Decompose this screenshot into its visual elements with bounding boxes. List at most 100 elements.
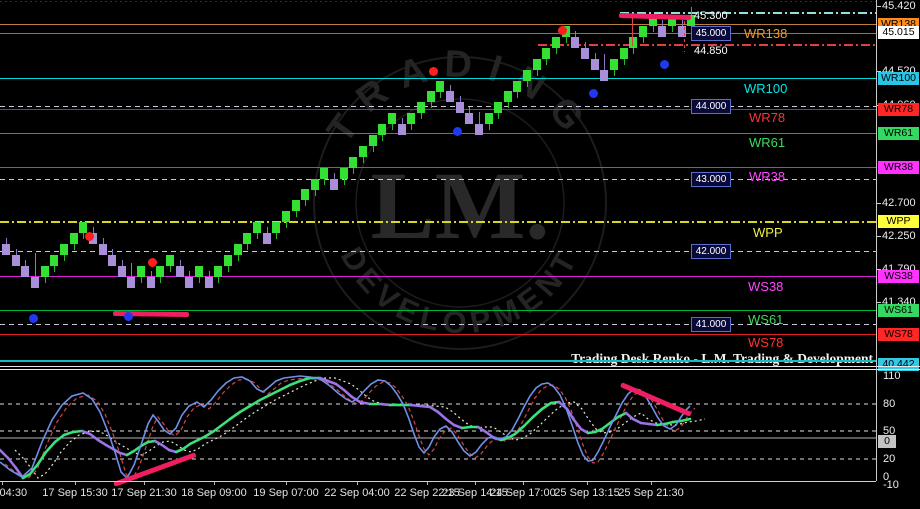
renko-brick-up	[60, 244, 68, 255]
renko-wick	[566, 37, 567, 43]
renko-wick	[25, 260, 26, 266]
renko-wick	[170, 266, 171, 272]
renko-brick-down	[118, 266, 126, 277]
renko-wick	[537, 70, 538, 76]
renko-brick-down	[108, 255, 116, 266]
renko-wick	[45, 277, 46, 283]
price-level-box-round-41[interactable]: 41.000	[691, 317, 731, 332]
price-badge-WR78: WR78	[878, 103, 919, 116]
renko-brick-down	[446, 91, 454, 102]
renko-brick-down	[591, 59, 599, 70]
renko-brick-up	[504, 91, 512, 102]
renko-brick-up	[407, 113, 415, 124]
renko-wick	[575, 31, 576, 37]
time-axis-label: 17 Sep 15:30	[42, 487, 108, 499]
renko-brick-down	[205, 277, 213, 288]
renko-brick-up	[320, 168, 328, 179]
renko-brick-up	[369, 135, 377, 146]
renko-wick	[498, 113, 499, 119]
price-level-box-round-44[interactable]: 44.000	[691, 99, 731, 114]
osc-main-line-seg	[268, 388, 282, 397]
renko-wick	[672, 26, 673, 32]
trading-chart-window: TRADING DEVELOPMENT LM. 45.300 WR138 45.000 44…	[0, 0, 920, 509]
time-axis-label: 22 Sep 04:00	[324, 487, 390, 499]
price-badge-WS61: WS61	[878, 304, 919, 317]
renko-wick	[344, 179, 345, 185]
time-axis-label: Sep 04:30	[0, 487, 28, 499]
price-badge-WR38: WR38	[878, 161, 919, 174]
osc-main-line-seg	[228, 410, 242, 421]
chart-title-text: Trading Desk Renko - L.M. Trading & Deve…	[571, 351, 873, 366]
osc-main-line-seg	[188, 438, 200, 446]
period-separator-line	[0, 360, 876, 362]
time-axis-label: 19 Sep 07:00	[253, 487, 319, 499]
price-level-box-round-42[interactable]: 42.000	[691, 244, 731, 259]
current-bar-mark	[684, 15, 685, 52]
renko-wick	[276, 233, 277, 239]
renko-brick-up	[79, 222, 87, 233]
renko-brick-up	[523, 70, 531, 81]
renko-brick-down	[571, 37, 579, 48]
renko-brick-up	[388, 113, 396, 124]
time-axis[interactable]: Sep 04:30 17 Sep 15:3017 Sep 21:30 18 Sep …	[0, 481, 920, 509]
price-badge-WS78: WS78	[878, 328, 919, 341]
osc-main-line-seg	[531, 407, 544, 419]
renko-brick-down	[456, 102, 464, 113]
renko-wick	[431, 102, 432, 108]
renko-wick	[286, 222, 287, 228]
renko-brick-down	[21, 266, 29, 277]
scale-tick-mark	[877, 236, 881, 237]
osc-main-line-seg	[0, 448, 10, 460]
renko-brick-up	[340, 168, 348, 179]
osc-main-line-seg	[88, 432, 100, 442]
renko-brick-up	[50, 255, 58, 266]
time-axis-label: 24 Sep 17:00	[490, 487, 556, 499]
renko-wick	[682, 20, 683, 26]
osc-main-line-seg	[444, 417, 456, 427]
level-label-WS61: WS61	[748, 312, 784, 327]
scale-tick-label: 42.700	[882, 197, 916, 209]
panel-divider-top[interactable]	[0, 366, 920, 367]
renko-brick-up	[234, 244, 242, 255]
renko-brick-down	[581, 48, 589, 59]
scale-tick-mark	[877, 6, 881, 7]
renko-wick	[267, 227, 268, 233]
renko-brick-down	[2, 244, 10, 255]
osc-main-line-seg	[631, 417, 643, 425]
time-axis-label: 18 Sep 09:00	[181, 487, 247, 499]
osc-value-badge: 0	[878, 435, 896, 448]
main-chart-area[interactable]: TRADING DEVELOPMENT LM. 45.300 WR138 45.000 44…	[0, 0, 876, 360]
level-line-round-41	[0, 324, 876, 325]
osc-main-line-seg	[408, 403, 422, 408]
renko-wick	[614, 70, 615, 76]
oscillator-panel[interactable]	[0, 373, 876, 481]
renko-wick	[489, 124, 490, 130]
renko-wick	[373, 146, 374, 152]
osc-scale-label: 80	[883, 398, 896, 410]
renko-brick-up	[485, 113, 493, 124]
renko-wick	[643, 37, 644, 43]
buy-signal-dot	[660, 60, 669, 69]
renko-brick-up	[311, 179, 319, 190]
renko-brick-down	[600, 70, 608, 81]
level-label-low-44850: 44.850	[694, 45, 728, 57]
level-line-WR78	[0, 109, 876, 110]
renko-brick-up	[156, 266, 164, 277]
level-label-WR38: WR38	[749, 169, 786, 184]
renko-brick-up	[41, 266, 49, 277]
price-level-box-round-43[interactable]: 43.000	[691, 172, 731, 187]
renko-brick-up	[639, 26, 647, 37]
renko-brick-down	[31, 277, 39, 288]
price-level-box-round-45[interactable]: 45.000	[691, 26, 731, 41]
osc-main-line-seg	[334, 382, 346, 392]
level-line-WS78	[0, 334, 876, 335]
level-label-WR78: WR78	[749, 110, 786, 125]
renko-brick-down	[127, 277, 135, 288]
osc-main-line-seg	[572, 418, 583, 431]
renko-wick	[653, 26, 654, 32]
scale-tick-label: 42.250	[882, 230, 916, 242]
renko-wick	[546, 59, 547, 65]
panel-divider-bottom[interactable]	[0, 369, 920, 370]
renko-brick-down	[330, 179, 338, 190]
osc-main-line-seg	[378, 402, 392, 407]
